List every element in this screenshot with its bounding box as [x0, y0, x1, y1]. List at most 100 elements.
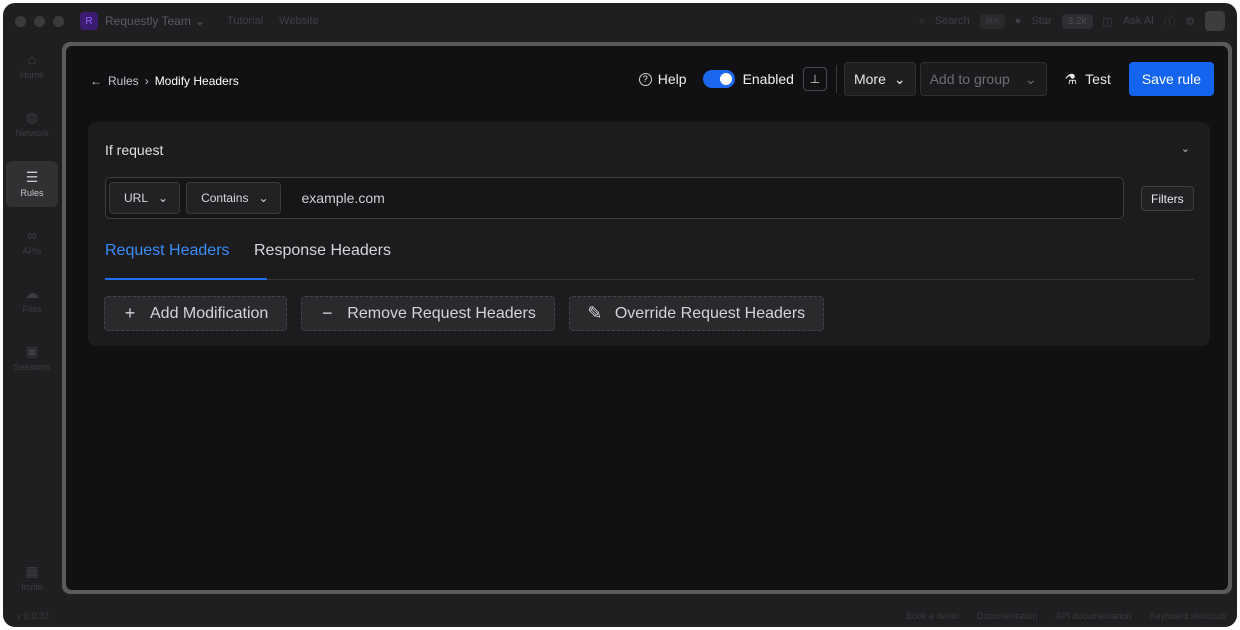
- back-arrow-icon[interactable]: ←: [90, 74, 102, 88]
- remove-request-headers-label: Remove Request Headers: [347, 304, 536, 322]
- chevron-down-icon: ⌄: [258, 191, 269, 205]
- invite-icon: ▦: [25, 563, 39, 579]
- footer-links: Book a demo Documentation API documentat…: [906, 611, 1227, 621]
- collapse-chevron-icon[interactable]: ⌄: [1181, 142, 1190, 155]
- book-demo-link[interactable]: Book a demo: [906, 611, 959, 621]
- sidebar-item-invite[interactable]: ▦ Invite: [6, 555, 58, 601]
- chevron-down-icon: ⌄: [893, 70, 906, 87]
- active-tab-indicator: [105, 278, 267, 280]
- pin-icon: ⊥: [809, 72, 821, 86]
- main-panel: ← Rules › Modify Headers ? Help Enabled …: [62, 42, 1232, 594]
- ask-ai-button[interactable]: Ask AI: [1123, 15, 1154, 27]
- breadcrumb-rules-link[interactable]: Rules: [108, 74, 139, 88]
- sidebar-item-label: Files: [22, 304, 42, 314]
- maximize-window-button[interactable]: [53, 15, 64, 27]
- help-label: Help: [657, 71, 687, 87]
- more-label: More: [853, 71, 886, 87]
- search-button[interactable]: Search: [935, 15, 970, 27]
- help-button[interactable]: ? Help: [638, 71, 687, 87]
- ai-icon: ◫: [1102, 15, 1113, 28]
- window-controls: [15, 15, 64, 27]
- override-request-headers-button[interactable]: ✎ Override Request Headers: [568, 296, 825, 331]
- override-request-headers-label: Override Request Headers: [614, 304, 806, 322]
- flask-icon: ⚗: [1064, 70, 1078, 87]
- modification-actions: + Add Modification − Remove Request Head…: [104, 296, 825, 331]
- workspace-name: Requestly Team: [105, 14, 191, 28]
- sidebar-item-network[interactable]: ◍ Network: [6, 101, 58, 147]
- source-key-select[interactable]: URL ⌄: [109, 182, 181, 214]
- minus-icon: −: [322, 303, 333, 323]
- api-documentation-link[interactable]: API documentation: [1055, 611, 1131, 621]
- enabled-toggle[interactable]: [702, 70, 735, 88]
- sidebar-item-label: Home: [19, 70, 44, 80]
- star-count: 3.2k: [1061, 13, 1093, 29]
- add-to-group-placeholder: Add to group: [929, 71, 1010, 87]
- rule-actions: ? Help Enabled ⊥ More ⌄ Add to group ⌄ ⚗…: [638, 62, 1214, 96]
- user-avatar[interactable]: [1205, 11, 1225, 31]
- test-label: Test: [1085, 71, 1111, 87]
- rule-editor: ← Rules › Modify Headers ? Help Enabled …: [66, 46, 1228, 590]
- title-bar-actions: ⌕ Search ⌘K ● Star 3.2k ◫ Ask AI ⓘ ⚙: [919, 3, 1225, 39]
- home-icon: ⌂: [27, 51, 37, 67]
- sidebar-item-home[interactable]: ⌂ Home: [6, 43, 58, 89]
- title-bar: R Requestly Team ⌄ Tutorial Website ⌕ Se…: [3, 3, 1237, 39]
- close-window-button[interactable]: [15, 15, 26, 27]
- sliders-icon: ☰: [25, 169, 39, 185]
- remove-request-headers-button[interactable]: − Remove Request Headers: [301, 296, 555, 331]
- url-value-input[interactable]: example.com: [302, 190, 385, 206]
- pencil-icon: ✎: [587, 303, 603, 323]
- url-condition-row: URL ⌄ Contains ⌄ example.com: [105, 177, 1124, 219]
- tab-response-headers[interactable]: Response Headers: [254, 242, 391, 260]
- help-circle-icon[interactable]: ⓘ: [1164, 13, 1175, 29]
- sidebar-item-sessions[interactable]: ▣ Sessions: [6, 335, 58, 381]
- filters-button[interactable]: Filters: [1141, 186, 1194, 211]
- test-button[interactable]: ⚗ Test: [1065, 71, 1111, 88]
- header-tabs: Request Headers Response Headers: [105, 240, 1194, 280]
- source-key-value: URL: [124, 191, 149, 205]
- minimize-window-button[interactable]: [34, 15, 45, 27]
- sidebar-item-label: APIs: [22, 246, 42, 256]
- chevron-down-icon: ⌄: [194, 14, 205, 28]
- workspace-switcher[interactable]: Requestly Team ⌄: [105, 14, 205, 28]
- website-link[interactable]: Website: [279, 15, 319, 27]
- globe-icon: ◍: [25, 109, 39, 125]
- rule-editor-header: ← Rules › Modify Headers ? Help Enabled …: [66, 46, 1228, 120]
- tab-request-headers[interactable]: Request Headers: [105, 242, 230, 260]
- github-star-button[interactable]: Star: [1031, 15, 1051, 27]
- sidebar-item-label: Rules: [20, 188, 44, 198]
- breadcrumb: ← Rules › Modify Headers: [90, 74, 239, 88]
- sidebar-item-label: Sessions: [13, 362, 51, 372]
- add-modification-label: Add Modification: [150, 304, 269, 322]
- settings-icon[interactable]: ⚙: [1185, 15, 1195, 28]
- tutorial-link[interactable]: Tutorial: [227, 15, 263, 27]
- sidebar-item-label: Invite: [21, 582, 43, 592]
- pin-button[interactable]: ⊥: [802, 67, 827, 91]
- sidebar-item-label: Network: [15, 128, 49, 138]
- breadcrumb-separator-icon: ›: [144, 74, 149, 88]
- app-version: v 0.0.33: [17, 611, 50, 621]
- condition-title: If request: [105, 142, 164, 158]
- operator-select[interactable]: Contains ⌄: [186, 182, 281, 214]
- link-icon: ∞: [27, 227, 37, 243]
- plus-icon: +: [124, 303, 136, 323]
- more-dropdown[interactable]: More ⌄: [843, 62, 916, 96]
- breadcrumb-current: Modify Headers: [154, 74, 239, 88]
- search-shortcut: ⌘K: [979, 13, 1005, 29]
- operator-value: Contains: [201, 191, 249, 205]
- sidebar-item-apis[interactable]: ∞ APIs: [6, 219, 58, 265]
- save-rule-button[interactable]: Save rule: [1128, 62, 1214, 96]
- sidebar-item-files[interactable]: ☁ Files: [6, 277, 58, 323]
- app-window: R Requestly Team ⌄ Tutorial Website ⌕ Se…: [3, 3, 1237, 627]
- workspace-avatar: R: [80, 12, 98, 30]
- video-icon: ▣: [25, 343, 39, 359]
- status-footer: v 0.0.33 Book a demo Documentation API d…: [3, 605, 1237, 627]
- add-modification-button[interactable]: + Add Modification: [104, 296, 288, 331]
- documentation-link[interactable]: Documentation: [977, 611, 1038, 621]
- keyboard-shortcuts-link[interactable]: Keyboard shortcuts: [1149, 611, 1227, 621]
- add-to-group-select[interactable]: Add to group ⌄: [919, 62, 1047, 96]
- sidebar-item-rules[interactable]: ☰ Rules: [6, 161, 58, 207]
- chevron-down-icon: ⌄: [1024, 70, 1037, 87]
- chevron-down-icon: ⌄: [158, 191, 169, 205]
- search-icon: ⌕: [918, 14, 925, 27]
- divider: [835, 65, 837, 93]
